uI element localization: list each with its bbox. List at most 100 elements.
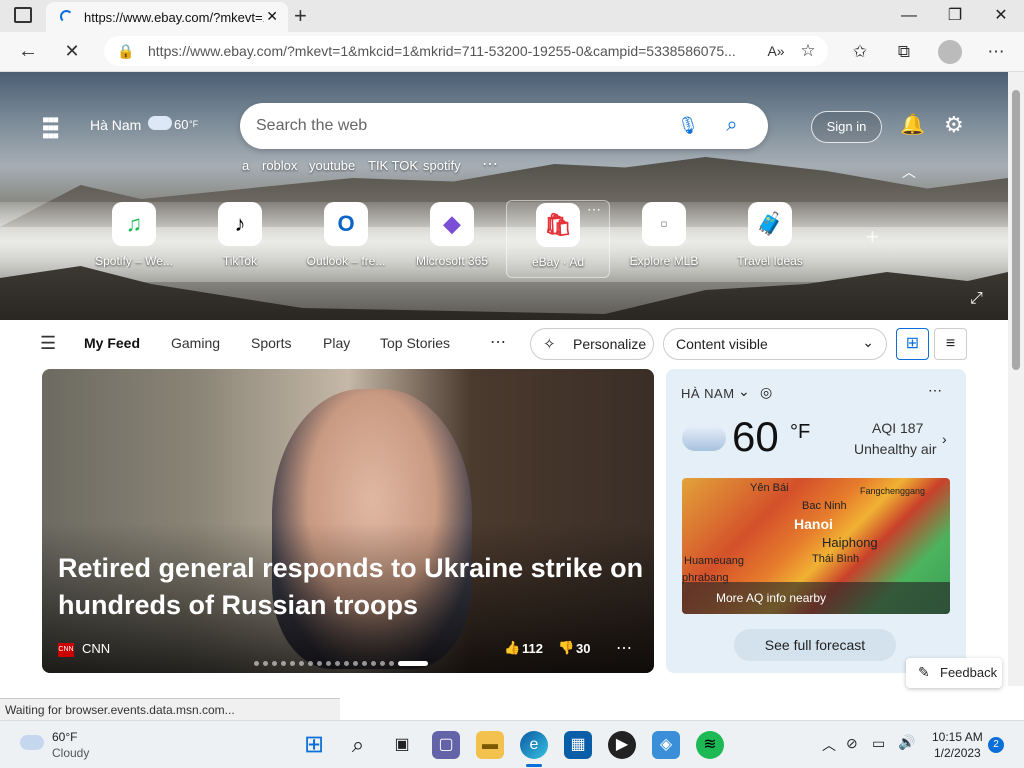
quick-link[interactable]: youtube [309,158,355,173]
weather-more-icon[interactable]: ⋯ [928,382,942,399]
tile-microsoft365[interactable]: ◆ Microsoft 365 [400,200,504,276]
tile-more-icon[interactable]: ⋯ [587,201,601,218]
menu-icon[interactable]: ☰ [40,333,56,354]
url-text: https://www.ebay.com/?mkevt=1&mkcid=1&mk… [148,43,736,59]
taskbar-weather-temp[interactable]: 60°F [52,730,77,744]
apps-grid-icon[interactable]: ▪▪▪ ▪▪▪ ▪▪▪ [42,110,59,146]
status-bar: Waiting for browser.events.data.msn.com.… [0,698,340,720]
tab-my-feed[interactable]: My Feed [84,335,140,351]
quick-link[interactable]: spotify [423,158,461,173]
weather-temp-unit: °F [790,421,811,443]
teams-chat-icon[interactable]: ▢ [432,731,460,759]
media-player-icon[interactable]: ▶ [608,731,636,759]
back-icon[interactable]: ← [16,39,40,63]
notifications-bell-icon[interactable]: 🔔 [900,112,925,137]
tab-actions-icon[interactable] [14,7,32,23]
more-tabs-icon[interactable]: ⋯ [490,332,506,352]
aqi-value[interactable]: AQI 187 [872,420,923,436]
tab-close-icon[interactable]: ✕ [266,8,278,25]
expand-icon[interactable]: ⤢ [970,290,983,308]
article-source[interactable]: CNN CNN [58,641,110,657]
microsoft-store-icon[interactable]: ▦ [564,731,592,759]
close-window-button[interactable]: ✕ [986,4,1016,28]
edge-icon[interactable]: e [520,731,548,759]
hero-location[interactable]: Hà Nam [90,117,141,133]
tile-travel[interactable]: 🧳 Travel Ideas [718,200,822,276]
tab-top-stories[interactable]: Top Stories [380,335,450,351]
settings-gear-icon[interactable]: ⚙ [944,112,964,138]
tile-mlb[interactable]: ▫ Explore MLB [612,200,716,276]
tiktok-icon: ♪ [218,202,262,246]
favorites-icon[interactable]: ✩ [848,40,872,64]
display-icon[interactable]: ▭ [872,735,885,752]
like-count: 112 [522,641,543,656]
collapse-chevron-icon[interactable]: ︿ [902,162,916,182]
tab-title: https://www.ebay.com/?mkevt=1 [84,10,264,25]
lock-icon[interactable]: 🔒 [114,39,138,63]
news-article-card[interactable]: Retired general responds to Ukraine stri… [42,369,654,673]
spotify-taskbar-icon[interactable]: ≋ [696,731,724,759]
microphone-icon[interactable]: 🎙 [676,114,700,138]
aqi-chevron-icon[interactable]: › [942,431,947,447]
volume-icon[interactable]: 🔊 [898,734,915,751]
carousel-dots[interactable] [254,661,428,666]
browser-tab[interactable]: https://www.ebay.com/?mkevt=1 ✕ [46,2,288,32]
sign-in-button[interactable]: Sign in [811,111,882,143]
tray-chevron-icon[interactable]: ︿ [822,735,836,755]
see-full-forecast-button[interactable]: See full forecast [734,629,896,661]
tab-gaming[interactable]: Gaming [171,335,220,351]
article-headline[interactable]: Retired general responds to Ukraine stri… [58,550,648,624]
chevron-down-icon[interactable]: ⌄ [738,383,750,400]
quick-link[interactable]: a [242,158,249,173]
address-bar[interactable]: 🔒 https://www.ebay.com/?mkevt=1&mkcid=1&… [104,36,828,66]
clock-date[interactable]: 1/2/2023 [934,746,981,760]
quick-link[interactable]: TIK TOK [368,158,418,173]
stop-loading-icon[interactable]: ✕ [60,39,84,63]
personalize-button[interactable]: ✧ Personalize [530,328,654,360]
locate-icon[interactable]: ◎ [760,384,772,401]
network-icon[interactable]: ⊘ [846,735,858,752]
clock-time[interactable]: 10:15 AM [932,730,983,744]
search-icon[interactable]: ⌕ [720,113,744,137]
more-icon[interactable]: ⋯ [984,40,1008,64]
tile-spotify[interactable]: ♫ Spotify – We... [82,200,186,276]
task-view-icon[interactable]: ▣ [388,731,416,759]
taskbar-search-icon[interactable]: ⌕ [344,731,372,759]
tile-tiktok[interactable]: ♪ TikTok [188,200,292,276]
tile-outlook[interactable]: O Outlook – fre... [294,200,398,276]
restore-button[interactable]: ❐ [940,4,970,28]
start-button-icon[interactable]: ⊞ [300,731,328,759]
page-scrollbar[interactable] [1008,72,1024,686]
weather-location[interactable]: HÀ NAM [681,386,735,401]
list-view-button[interactable]: ≡ [934,328,967,360]
hero-temp[interactable]: 60 [174,117,188,132]
tile-ebay[interactable]: 🛍 eBay · Ad ⋯ [506,200,610,278]
quick-link[interactable]: roblox [262,158,297,173]
add-tile-icon[interactable]: + [866,224,879,250]
file-explorer-icon[interactable]: ▬ [476,731,504,759]
search-input[interactable]: Search the web [256,117,367,135]
collections-icon[interactable]: ⧉ [892,40,916,64]
content-visible-dropdown[interactable]: Content visible ⌄ [663,328,887,360]
new-tab-button[interactable]: + [294,3,307,29]
add-favorite-icon[interactable]: ☆ [796,39,820,63]
maps-icon[interactable]: ◈ [652,731,680,759]
notification-badge[interactable]: 2 [988,737,1004,753]
like-icon[interactable]: 👍 [504,640,520,656]
weather-card[interactable]: HÀ NAM ⌄ ◎ ⋯ 60 °F AQI 187 Unhealthy air… [666,369,966,673]
aqi-status[interactable]: Unhealthy air [854,441,937,457]
grid-view-button[interactable]: ⊞ [896,328,929,360]
profile-avatar[interactable] [938,40,962,64]
search-box[interactable]: Search the web 🎙 ⌕ [240,103,768,149]
hero-temp-unit: °F [189,119,199,129]
aqi-map[interactable]: Yên Bái Bac Ninh Fangchenggang Hanoi Hai… [682,478,950,614]
more-aq-info-link[interactable]: More AQ info nearby [682,582,950,614]
dislike-icon[interactable]: 👎 [558,640,574,656]
read-aloud-icon[interactable]: A» [764,39,788,63]
taskbar-weather-desc[interactable]: Cloudy [52,746,89,760]
article-more-icon[interactable]: ⋯ [616,638,632,658]
tab-play[interactable]: Play [323,335,350,351]
quick-links-more-icon[interactable]: ⋯ [482,154,498,174]
tab-sports[interactable]: Sports [251,335,291,351]
minimize-button[interactable]: — [894,4,924,28]
